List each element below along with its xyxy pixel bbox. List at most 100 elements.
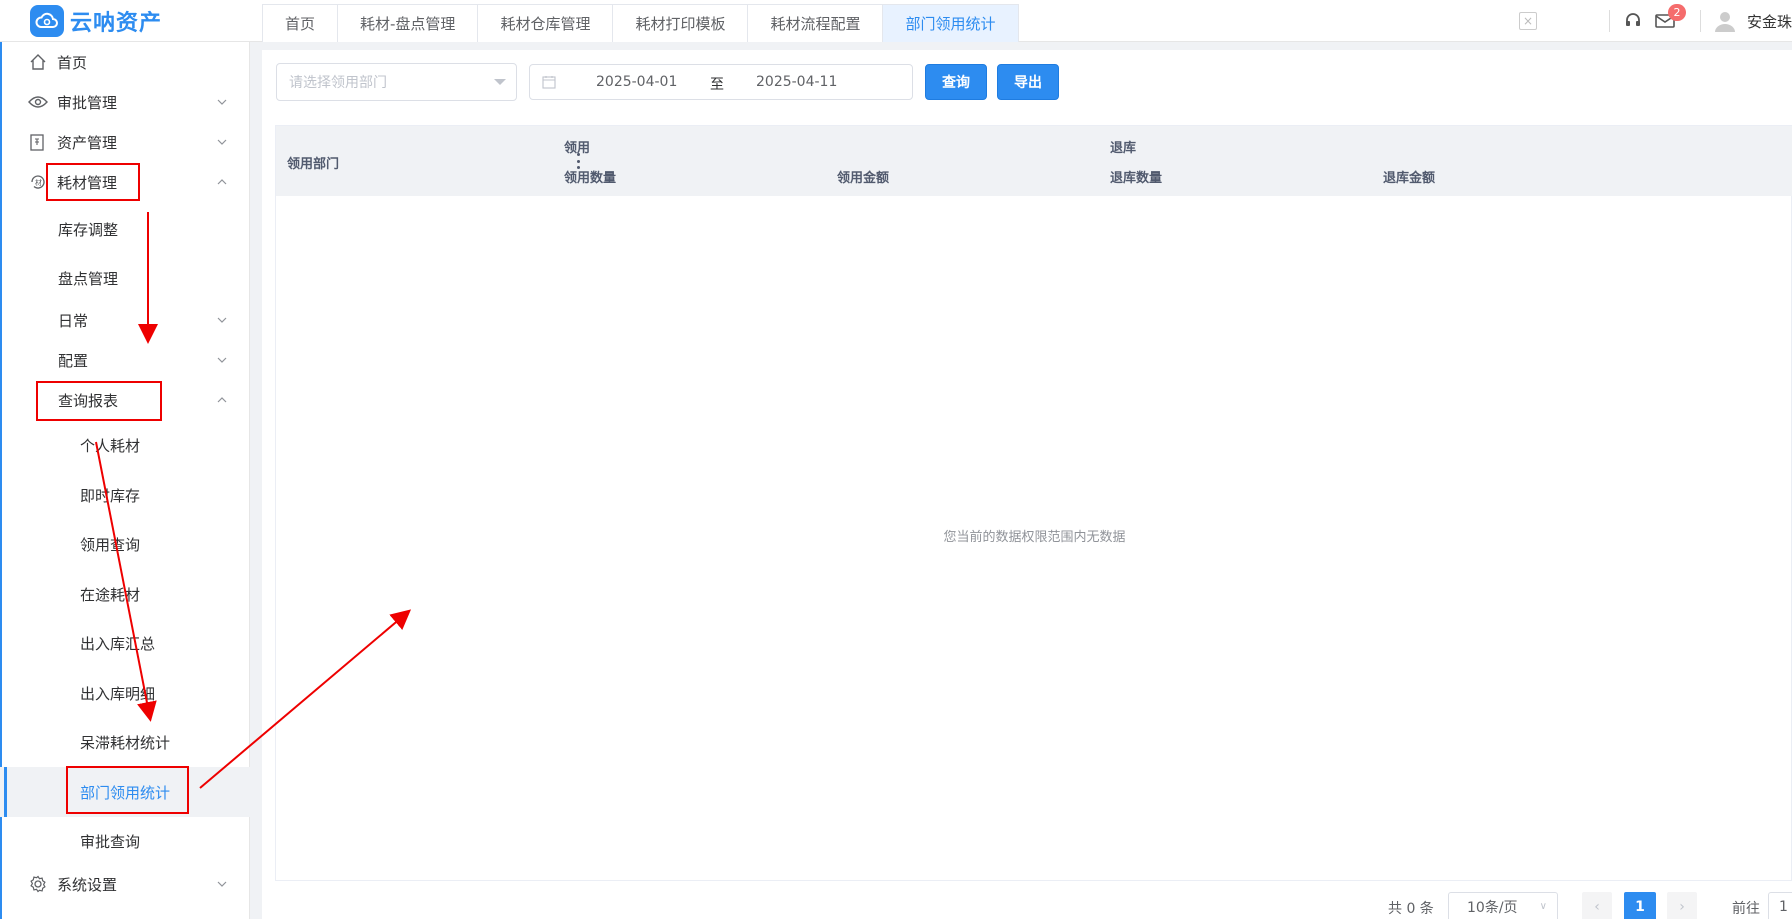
- filter-row: 请选择领用部门 2025-04-01 至 2025-04-11 查询 导出: [276, 63, 1059, 101]
- export-button[interactable]: 导出: [997, 64, 1059, 100]
- chevron-down-icon: [216, 136, 228, 148]
- chevron-down-icon: ∨: [1539, 901, 1547, 912]
- sidebar-item-label: 日常: [58, 311, 89, 330]
- sidebar-item-label: 首页: [57, 53, 88, 72]
- logo[interactable]: 云呐资产: [30, 4, 162, 38]
- sidebar-item-label: 个人耗材: [80, 436, 141, 455]
- mail-icon[interactable]: 2: [1654, 4, 1686, 32]
- date-separator: 至: [710, 77, 724, 93]
- sidebar-item-daily[interactable]: 日常: [0, 300, 250, 340]
- logo-text: 云呐资产: [70, 11, 163, 36]
- col-header-dept[interactable]: 领用部门: [287, 153, 339, 172]
- col-group-use: 领用: [564, 141, 591, 156]
- dept-usage-table: 领用部门 领用 领用数量 领用金额 退库 退库数量 退库金额 您当前的数据权限范…: [275, 125, 1792, 881]
- next-page-button[interactable]: ›: [1667, 892, 1697, 919]
- sidebar-item-label: 盘点管理: [58, 270, 119, 288]
- table-header: 领用部门 领用 领用数量 领用金额 退库 退库数量 退库金额: [276, 126, 1792, 196]
- sidebar-item-stagnant-stats[interactable]: 呆滞耗材统计: [0, 722, 250, 762]
- sidebar-item-label: 领用查询: [80, 535, 141, 554]
- sidebar-item-home[interactable]: 首页: [0, 42, 250, 82]
- chevron-up-icon: [216, 394, 228, 406]
- sidebar-item-stock-adjust[interactable]: 库存调整: [0, 207, 250, 252]
- dept-select-placeholder: 请选择领用部门: [289, 75, 387, 91]
- sidebar-item-personal-consumables[interactable]: 个人耗材: [0, 425, 250, 465]
- date-range-picker[interactable]: 2025-04-01 至 2025-04-11: [529, 64, 913, 100]
- goto-label: 前往: [1732, 901, 1760, 917]
- sidebar-item-approval-query[interactable]: 审批查询: [0, 821, 250, 861]
- header-divider: [1699, 10, 1701, 32]
- page-size-select[interactable]: 10条/页 ∨: [1448, 892, 1558, 919]
- sidebar-item-label: 在途耗材: [80, 585, 141, 604]
- tab-consumable-warehouse[interactable]: 耗材仓库管理: [478, 5, 614, 42]
- sidebar-item-inventory-check[interactable]: 盘点管理: [0, 256, 250, 301]
- tab-bar: 首页 耗材-盘点管理 耗材仓库管理 耗材打印模板 耗材流程配置 部门领用统计: [262, 4, 1019, 42]
- date-end[interactable]: 2025-04-11: [756, 74, 837, 90]
- goto-page-input[interactable]: 1: [1768, 892, 1792, 919]
- user-avatar-icon: [1714, 12, 1735, 32]
- app-root: 云呐资产 首页 耗材-盘点管理 耗材仓库管理 耗材打印模板 耗材流程配置 部门领…: [0, 0, 1792, 919]
- sidebar-item-io-detail[interactable]: 出入库明细: [0, 673, 250, 713]
- sidebar-item-label: 出入库明细: [80, 684, 156, 703]
- sidebar-item-label: 即时库存: [80, 486, 141, 505]
- sidebar-item-usage-query[interactable]: 领用查询: [0, 524, 250, 564]
- sidebar-item-label: 配置: [58, 351, 89, 370]
- tab-home[interactable]: 首页: [263, 5, 339, 42]
- tab-print-template[interactable]: 耗材打印模板: [613, 5, 749, 42]
- home-icon: [28, 52, 48, 72]
- calendar-icon: [542, 76, 556, 89]
- asset-icon: [28, 132, 48, 152]
- header-right: × 2 安金珠: [1518, 0, 1792, 42]
- tab-flow-config[interactable]: 耗材流程配置: [748, 5, 884, 42]
- col-header-use-qty[interactable]: 领用数量: [564, 167, 616, 186]
- user-name: 安金珠: [1746, 12, 1792, 31]
- sidebar-item-in-transit[interactable]: 在途耗材: [0, 574, 250, 614]
- page-number-current[interactable]: 1: [1624, 892, 1656, 919]
- headset-icon[interactable]: [1622, 10, 1644, 32]
- col-group-return: 退库: [1110, 141, 1137, 156]
- page-size-value: 10条/页: [1467, 900, 1518, 916]
- sidebar-item-label: 系统设置: [57, 875, 118, 894]
- eye-icon: [28, 92, 48, 112]
- sidebar-item-label: 呆滞耗材统计: [80, 733, 171, 752]
- tab-consumable-inventory[interactable]: 耗材-盘点管理: [338, 5, 479, 42]
- sidebar-item-label: 库存调整: [58, 221, 119, 239]
- col-header-use-amount[interactable]: 领用金额: [837, 167, 889, 186]
- tab-dept-usage-stats[interactable]: 部门领用统计: [883, 5, 1018, 42]
- sidebar-item-assets[interactable]: 资产管理: [0, 122, 250, 162]
- sidebar-item-system-settings[interactable]: 系统设置: [0, 864, 250, 904]
- cloud-logo-icon: [30, 5, 64, 37]
- chevron-up-icon: [216, 176, 228, 188]
- chevron-down-icon: [216, 314, 228, 326]
- user-menu[interactable]: 安金珠: [1713, 9, 1792, 33]
- date-start[interactable]: 2025-04-01: [596, 74, 677, 90]
- goto-page-value: 1: [1779, 899, 1788, 915]
- consumable-icon: 材: [28, 172, 48, 192]
- svg-text:材: 材: [35, 178, 42, 187]
- sidebar-item-realtime-stock[interactable]: 即时库存: [0, 475, 250, 515]
- empty-state-text: 您当前的数据权限范围内无数据: [943, 530, 1126, 545]
- chevron-down-icon: [216, 354, 228, 366]
- sidebar-item-approval[interactable]: 审批管理: [0, 82, 250, 122]
- caret-down-icon: [494, 79, 506, 85]
- close-tabs-icon[interactable]: ×: [1518, 12, 1537, 30]
- sidebar-item-label: 资产管理: [57, 133, 118, 152]
- message-badge: 2: [1667, 4, 1686, 21]
- chevron-down-icon: [216, 878, 228, 890]
- annotation-box-consumables: [46, 163, 140, 201]
- query-button[interactable]: 查询: [925, 64, 987, 100]
- sidebar-item-config[interactable]: 配置: [0, 340, 250, 380]
- gear-icon: [28, 874, 48, 894]
- sidebar-item-io-summary[interactable]: 出入库汇总: [0, 623, 250, 663]
- annotation-box-reports: [36, 381, 162, 421]
- sidebar-item-label: 出入库汇总: [80, 634, 156, 653]
- col-header-return-amount[interactable]: 退库金额: [1383, 167, 1435, 186]
- header-divider: [1608, 10, 1610, 32]
- dept-select[interactable]: 请选择领用部门: [276, 63, 517, 101]
- sidebar-item-label: 审批查询: [80, 832, 141, 851]
- prev-page-button[interactable]: ‹: [1582, 892, 1612, 919]
- top-header: 云呐资产 首页 耗材-盘点管理 耗材仓库管理 耗材打印模板 耗材流程配置 部门领…: [0, 0, 1792, 42]
- chevron-down-icon: [216, 96, 228, 108]
- sidebar-item-label: 审批管理: [57, 93, 118, 112]
- col-header-return-qty[interactable]: 退库数量: [1110, 167, 1162, 186]
- main-content: 请选择领用部门 2025-04-01 至 2025-04-11 查询 导出 领用…: [262, 50, 1792, 919]
